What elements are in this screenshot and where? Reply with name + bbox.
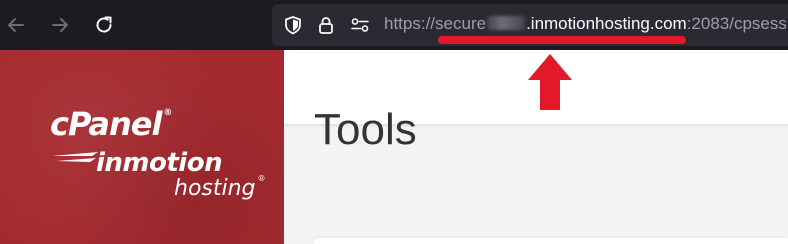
inmotion-swoosh-icon — [52, 152, 98, 162]
permissions-icon[interactable] — [349, 14, 371, 36]
url-domain: .inmotionhosting.com — [526, 14, 687, 33]
cpanel-reg-mark: ® — [163, 108, 172, 118]
cpanel-logo[interactable]: cPanel ® — [50, 105, 172, 143]
url-redacted — [487, 16, 526, 30]
cpanel-logo-text: cPanel — [50, 105, 162, 143]
annotation-underline — [438, 36, 686, 44]
shield-icon[interactable] — [282, 14, 304, 36]
url-path: :2083/cpsess1 — [686, 14, 788, 33]
back-arrow-icon — [8, 18, 24, 32]
lock-icon[interactable] — [315, 14, 337, 36]
reload-icon — [96, 16, 112, 33]
tools-card — [314, 238, 788, 244]
url-text[interactable]: https://secure .inmotionhosting.com:2083/… — [384, 14, 788, 34]
back-button[interactable] — [2, 11, 30, 39]
hosting-text: hosting — [174, 176, 256, 201]
sidebar: cPanel ® inmotion hosting ® — [0, 50, 284, 244]
hosting-logo-text: hosting ® — [174, 174, 266, 201]
url-subdomain: secure — [435, 14, 487, 33]
url-scheme: https:// — [384, 14, 436, 33]
page-title: Tools — [314, 105, 417, 154]
forward-arrow-icon — [52, 18, 68, 32]
inmotion-reg-mark: ® — [257, 174, 266, 183]
forward-button[interactable] — [46, 11, 74, 39]
reload-button[interactable] — [90, 11, 118, 39]
annotation-up-arrow-icon — [528, 54, 572, 110]
